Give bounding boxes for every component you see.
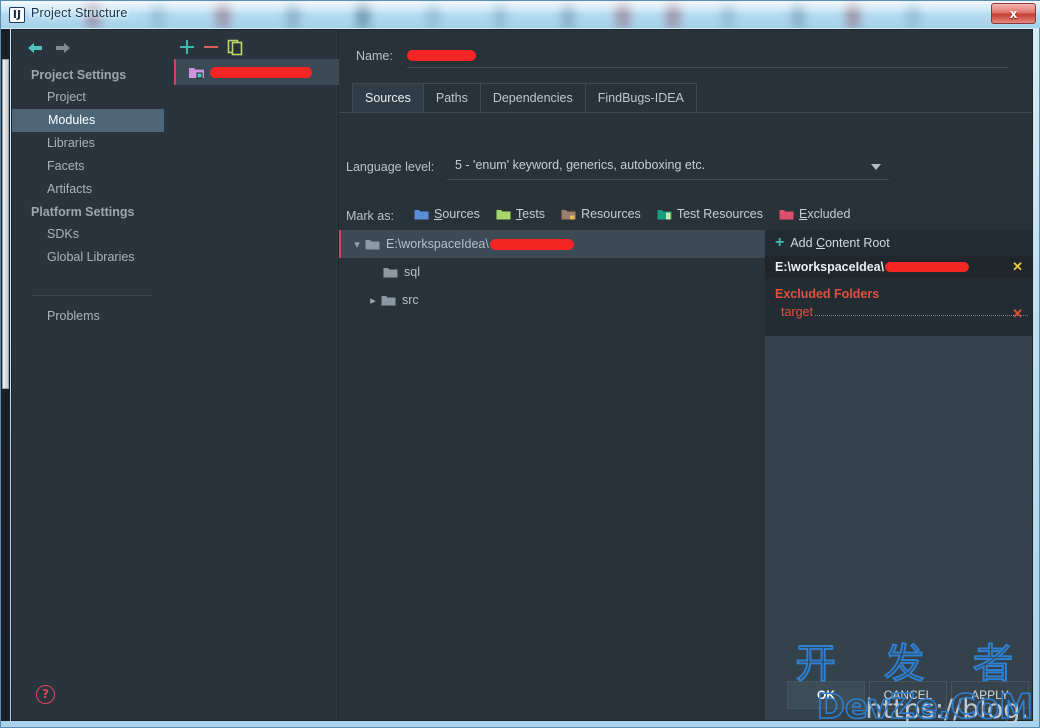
plus-icon: + <box>775 234 785 251</box>
content-root-path: E:\workspaceIdea\ <box>386 237 489 251</box>
excluded-folder-row[interactable]: target ✕ <box>765 305 1032 325</box>
table-row[interactable]: ▸ src <box>339 286 765 314</box>
title-bar: IJ Project Structure x <box>1 1 1040 28</box>
ok-button[interactable]: OK <box>787 681 865 709</box>
module-folder-icon <box>188 65 205 80</box>
content-root-entry-path: E:\workspaceIdea\ <box>775 260 885 274</box>
sidebar-item-artifacts[interactable]: Artifacts <box>12 178 172 201</box>
project-structure-window: IJ Project Structure x Project Settings … <box>0 0 1040 728</box>
sidebar-group-platform-settings: Platform Settings <box>31 205 135 219</box>
sidebar-group-project-settings: Project Settings <box>31 68 127 82</box>
window-scrollbar[interactable] <box>1 29 10 721</box>
cancel-button[interactable]: CANCEL <box>869 681 947 709</box>
forward-arrow-icon[interactable] <box>52 37 74 59</box>
red-folder-icon <box>779 208 794 221</box>
tree-node-label: sql <box>404 265 420 279</box>
navigation-arrows <box>24 37 144 61</box>
add-content-root-label: Add Content Root <box>790 236 890 250</box>
sidebar-item-modules[interactable]: Modules <box>12 109 172 132</box>
close-x-icon[interactable]: ✕ <box>1012 306 1023 322</box>
mark-as-resources-label: Resources <box>581 207 641 221</box>
name-input[interactable] <box>407 46 1008 68</box>
content-root-tree: ▾ E:\workspaceIdea\ sql ▸ src <box>339 230 765 720</box>
tab-findbugs-idea[interactable]: FindBugs-IDEA <box>584 83 697 113</box>
module-detail-pane: Name: Sources Paths Dependencies FindBug… <box>339 30 1032 720</box>
mark-as-options: Sources Tests Resources Test Resources E… <box>414 207 866 221</box>
plus-icon[interactable] <box>176 36 198 58</box>
blue-folder-icon <box>414 208 429 221</box>
modules-pane <box>164 30 339 720</box>
tab-underline <box>339 112 1032 113</box>
sidebar-item-problems[interactable]: Problems <box>12 305 172 328</box>
tab-sources[interactable]: Sources <box>352 83 424 113</box>
redacted-path-segment <box>885 262 970 272</box>
close-x-icon[interactable]: ✕ <box>1012 259 1023 275</box>
mark-as-test-resources-label: Test Resources <box>676 207 763 221</box>
folder-icon <box>365 238 380 251</box>
chevron-down-icon[interactable] <box>871 164 881 170</box>
content-roots-panel: + Add Content Root E:\workspaceIdea\ ✕ E… <box>765 230 1032 720</box>
copy-icon[interactable] <box>224 36 246 58</box>
scrollbar-thumb[interactable] <box>2 59 9 389</box>
content-roots-header: + Add Content Root E:\workspaceIdea\ ✕ E… <box>765 230 1032 336</box>
tab-dependencies[interactable]: Dependencies <box>479 83 586 113</box>
mark-as-sources-label: Sources <box>434 207 480 221</box>
mark-as-excluded[interactable]: Excluded <box>779 207 850 221</box>
mark-as-test-resources[interactable]: Test Resources <box>657 207 763 221</box>
modules-toolbar <box>164 34 339 60</box>
add-content-root-button[interactable]: + Add Content Root <box>765 230 1032 256</box>
redacted-name-value <box>407 50 476 61</box>
excluded-folders-title: Excluded Folders <box>775 287 880 301</box>
table-row[interactable]: ▾ E:\workspaceIdea\ <box>339 230 765 258</box>
mark-as-tests[interactable]: Tests <box>496 207 545 221</box>
help-icon[interactable]: ? <box>36 685 55 704</box>
detail-tabs: Sources Paths Dependencies FindBugs-IDEA <box>352 83 697 113</box>
chevron-down-icon[interactable]: ▾ <box>349 238 365 251</box>
mark-as-tests-label: Tests <box>515 207 546 221</box>
language-level-value: 5 - 'enum' keyword, generics, autoboxing… <box>455 158 706 172</box>
redacted-module-name <box>210 66 312 78</box>
settings-sidebar: Project Settings Project Modules Librari… <box>12 30 172 720</box>
table-row[interactable]: sql <box>339 258 765 286</box>
dotted-leader <box>814 315 1028 316</box>
folder-icon <box>383 266 398 279</box>
minus-icon[interactable] <box>200 36 222 58</box>
mark-as-resources[interactable]: Resources <box>561 207 641 221</box>
dialog-client: Project Settings Project Modules Librari… <box>11 29 1033 721</box>
excluded-folder-name: target <box>781 305 813 319</box>
folder-icon <box>381 294 396 307</box>
tree-node-label: src <box>402 293 419 307</box>
chevron-right-icon[interactable]: ▸ <box>365 294 381 307</box>
list-item[interactable] <box>174 59 339 85</box>
language-level-select[interactable]: 5 - 'enum' keyword, generics, autoboxing… <box>447 156 889 180</box>
brown-folder-icon <box>561 208 576 221</box>
sidebar-divider <box>32 295 152 296</box>
green-folder-icon <box>496 208 511 221</box>
sidebar-item-facets[interactable]: Facets <box>12 155 172 178</box>
intellij-idea-icon: IJ <box>9 7 25 23</box>
mark-as-label: Mark as: <box>346 209 394 223</box>
mark-as-excluded-label: Excluded <box>798 207 851 221</box>
name-label: Name: <box>356 49 393 63</box>
apply-button[interactable]: APPLY <box>951 681 1029 709</box>
mark-as-sources[interactable]: Sources <box>414 207 480 221</box>
sidebar-item-project[interactable]: Project <box>12 86 172 109</box>
sidebar-item-sdks[interactable]: SDKs <box>12 223 172 246</box>
language-level-label: Language level: <box>346 160 435 174</box>
content-root-entry[interactable]: E:\workspaceIdea\ ✕ <box>765 256 1032 278</box>
redacted-path-segment <box>489 238 574 250</box>
close-icon[interactable]: x <box>991 3 1036 24</box>
sidebar-item-global-libraries[interactable]: Global Libraries <box>12 246 172 269</box>
sidebar-item-libraries[interactable]: Libraries <box>12 132 172 155</box>
window-title: Project Structure <box>31 6 128 20</box>
back-arrow-icon[interactable] <box>24 37 46 59</box>
tab-paths[interactable]: Paths <box>422 83 481 113</box>
teal-folder-icon <box>657 208 672 221</box>
